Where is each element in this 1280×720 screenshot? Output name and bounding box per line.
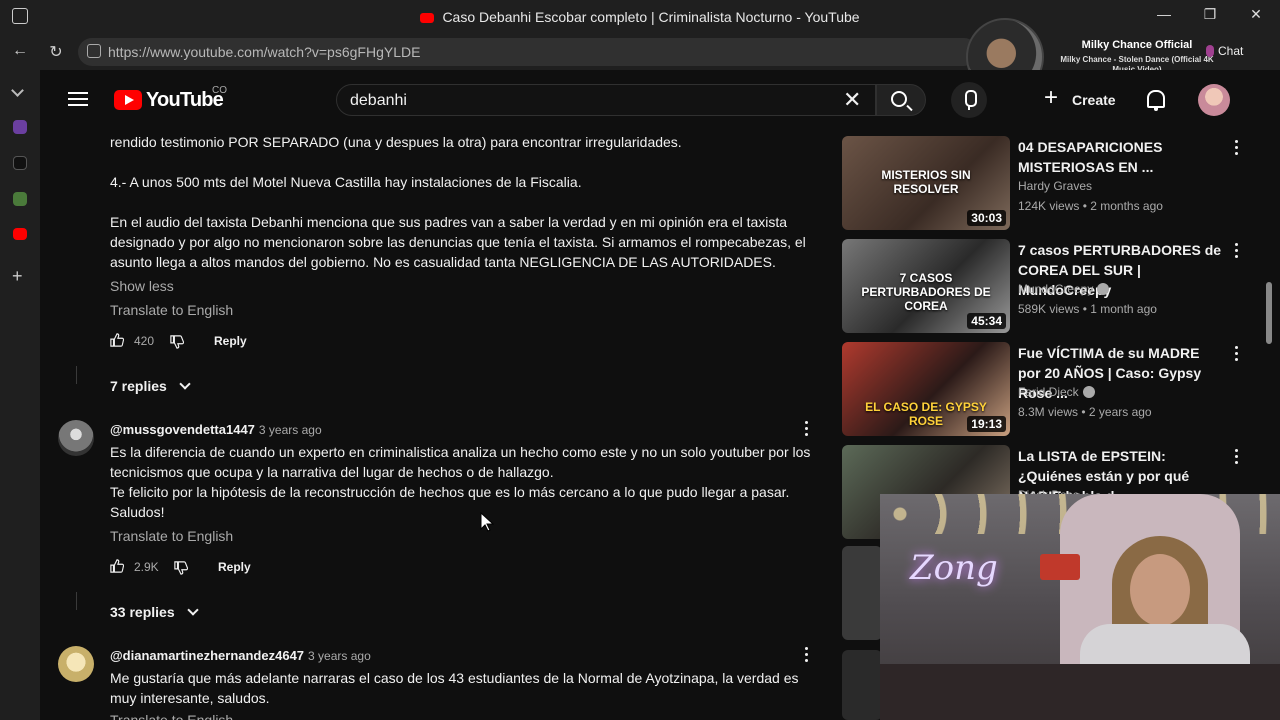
country-code: CO [212,85,227,96]
chevron-down-icon[interactable] [11,84,24,97]
thread-line [76,592,77,610]
channel-name[interactable]: MundoCreepy [1018,282,1110,296]
twitch-app-icon[interactable] [13,120,27,134]
comment-text: rendido testimonio POR SEPARADO (una y d… [110,134,682,150]
show-less-link[interactable]: Show less [110,278,174,294]
more-actions-icon[interactable] [1234,449,1238,465]
comment-text: Te felicito por la hipótesis de la recon… [110,484,790,500]
avatar[interactable] [58,420,94,456]
comment-author[interactable]: @dianamartinezhernandez4647 3 years ago [110,648,371,663]
like-icon[interactable] [110,333,124,347]
streamer-face-image [1130,554,1190,626]
channel-name[interactable]: Farid Dieck [1018,385,1095,399]
video-title[interactable]: 04 DESAPARICIONES MISTERIOSAS EN ... [1018,137,1223,177]
neon-sign-image: Zong [910,548,998,588]
thumbnail-text: MISTERIOS SIN RESOLVER [881,168,971,196]
reply-button[interactable]: Reply [214,334,247,348]
youtube-app-icon[interactable] [13,228,27,240]
more-actions-icon[interactable] [804,647,808,663]
comment-actions: 2.9K Reply [108,557,408,581]
comment-text: Saludos! [110,504,165,520]
reply-button[interactable]: Reply [218,560,251,574]
back-icon[interactable]: ← [10,42,30,60]
video-thumbnail[interactable]: MISTERIOS SIN RESOLVER 30:03 [842,136,1010,230]
verified-icon [1082,386,1095,398]
game-app-icon[interactable] [13,192,27,206]
comment-age: 3 years ago [308,649,371,663]
dislike-icon[interactable] [174,561,188,575]
comment-text: En el audio del taxista Debanhi menciona… [110,214,806,270]
video-duration: 19:13 [967,416,1006,432]
video-thumbnail[interactable] [842,650,882,720]
tiktok-app-icon[interactable] [13,156,27,170]
add-app-icon[interactable]: + [12,266,23,287]
translate-link[interactable]: Translate to English [110,302,233,318]
youtube-header: YouTube CO debanhi ✕ + Create [40,70,1280,128]
video-duration: 45:34 [967,313,1006,329]
search-query: debanhi [350,92,407,109]
site-info-icon[interactable] [87,44,101,58]
url-text: https://www.youtube.com/watch?v=ps6gFHgY… [108,44,421,60]
search-icon [891,91,907,107]
comment-text: Es la diferencia de cuando un experto en… [110,444,811,480]
clear-search-icon[interactable]: ✕ [843,88,861,112]
video-meta: 124K views • 2 months ago [1018,199,1163,213]
chat-button[interactable]: Chat [1205,44,1243,58]
video-meta: 589K views • 1 month ago [1018,302,1157,316]
webcam-overlay: Zong [880,494,1280,720]
comment-actions: 420 Reply [108,331,408,355]
create-button[interactable]: + Create [1042,84,1132,116]
comment-author[interactable]: @mussgovendetta1447 3 years ago [110,422,322,437]
video-duration: 30:03 [967,210,1006,226]
video-thumbnail[interactable]: 7 CASOS PERTURBADORES DE COREA 45:34 [842,239,1010,333]
search-input[interactable]: debanhi [336,84,876,116]
like-count: 2.9K [134,560,159,574]
menu-icon[interactable] [68,92,88,106]
avatar[interactable] [58,646,94,682]
now-playing-artist: Milky Chance Official [1081,39,1193,51]
search-button[interactable] [876,84,926,116]
more-actions-icon[interactable] [1234,243,1238,259]
like-icon[interactable] [110,559,124,573]
translate-link[interactable]: Translate to English [110,712,233,720]
video-thumbnail[interactable]: EL CASO DE: GYPSY ROSE 19:13 [842,342,1010,436]
replies-toggle[interactable]: 7 replies [110,378,191,394]
verified-icon [1097,283,1110,295]
comment-text: Me gustaría que más adelante narraras el… [110,670,799,706]
more-actions-icon[interactable] [804,421,808,437]
voice-search-icon[interactable] [951,82,987,118]
desk-image [880,664,1280,720]
notifications-icon[interactable] [1147,90,1165,111]
video-meta: 8.3M views • 2 years ago [1018,405,1152,419]
video-thumbnail[interactable] [842,546,882,640]
like-count: 420 [134,334,155,348]
replies-toggle[interactable]: 33 replies [110,604,199,620]
video-card[interactable]: 7 CASOS PERTURBADORES DE COREA 45:34 7 c… [842,231,1252,333]
youtube-logo-icon[interactable] [114,90,142,110]
thumbnail-text: 7 CASOS PERTURBADORES DE COREA [861,271,991,313]
more-actions-icon[interactable] [1234,140,1238,156]
more-actions-icon[interactable] [1234,346,1238,362]
translate-link[interactable]: Translate to English [110,528,233,544]
mouse-cursor-icon [480,512,494,532]
wall-sign-image [1040,554,1080,580]
comment-age: 3 years ago [258,423,322,437]
chevron-down-icon [186,604,199,616]
create-label: Create [1072,92,1116,108]
video-card[interactable]: MISTERIOS SIN RESOLVER 30:03 04 DESAPARI… [842,128,1252,230]
reload-icon[interactable]: ↻ [46,42,66,62]
channel-name[interactable]: Hardy Graves [1018,179,1092,193]
comments-section: rendido testimonio POR SEPARADO (una y d… [40,128,830,720]
chevron-down-icon [179,378,191,390]
thread-line [76,366,77,384]
user-avatar[interactable] [1198,84,1230,116]
youtube-favicon-icon [420,13,435,23]
video-card[interactable]: EL CASO DE: GYPSY ROSE 19:13 Fue VÍCTIMA… [842,334,1252,436]
address-bar[interactable]: https://www.youtube.com/watch?v=ps6gFHgY… [78,38,978,66]
dislike-icon[interactable] [170,335,184,349]
browser-sidebar: + [0,70,40,720]
plus-icon: + [1044,84,1059,111]
comment-text: 4.- A unos 500 mts del Motel Nueva Casti… [110,174,582,190]
page-scrollbar[interactable] [1266,282,1272,344]
